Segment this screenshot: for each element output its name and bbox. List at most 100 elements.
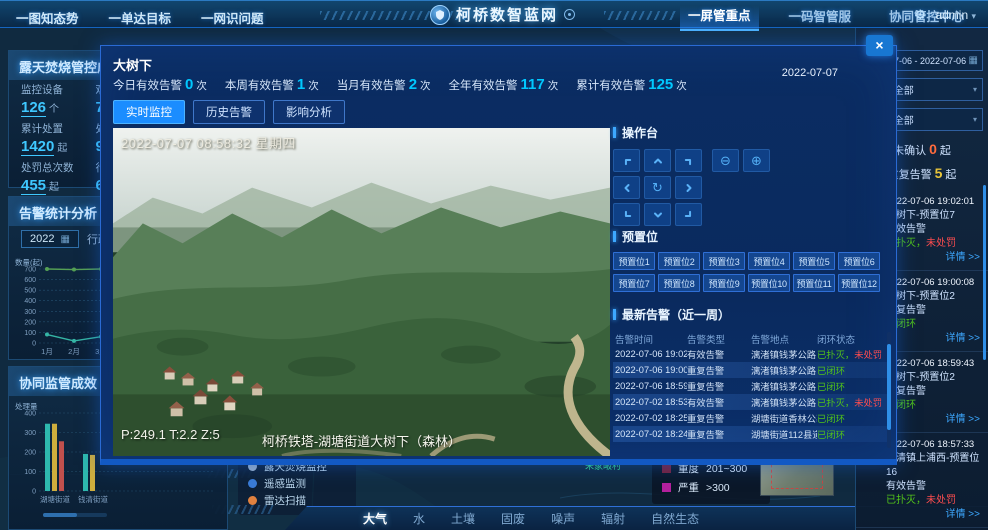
svg-text:400: 400 [24, 411, 36, 418]
preset-button[interactable]: 预置位7 [613, 274, 655, 292]
svg-text:300: 300 [24, 430, 36, 437]
table-row[interactable]: 2022-07-06 19:02:01 有效告警 漓渚镇钱茅公路 已扑灭，未处罚 [613, 346, 887, 362]
nav-item[interactable]: 一网识问题 [201, 8, 264, 27]
bottom-tab[interactable]: 辐射 [601, 510, 625, 527]
bottom-tab[interactable]: 噪声 [551, 510, 575, 527]
table-row[interactable]: 2022-07-06 19:00:08 重复告警 漓渚镇钱茅公路 已闭环 [613, 362, 887, 378]
ptz-reset-icon[interactable]: ↻ [644, 176, 671, 199]
gear-icon[interactable]: ⚙ [914, 7, 926, 23]
svg-text:2月: 2月 [68, 347, 80, 356]
type-select[interactable]: 全部▾ [888, 78, 983, 101]
preset-button[interactable]: 预置位11 [793, 274, 835, 292]
preset-button[interactable]: 预置位12 [838, 274, 880, 292]
preset-button[interactable]: 预置位10 [748, 274, 790, 292]
app-title: 柯桥数智蓝网 [456, 4, 558, 25]
bottom-tab[interactable]: 自然生态 [651, 510, 699, 527]
table-row[interactable]: 2022-07-02 18:25:23 重复告警 湖塘街道香林公墓 已闭环 [613, 410, 887, 426]
preset-button[interactable]: 预置位2 [658, 252, 700, 270]
nav-left: 一图知态势 一单达目标 一网识问题 [16, 8, 264, 27]
svg-text:300: 300 [24, 309, 36, 316]
svg-text:600: 600 [24, 277, 36, 284]
preset-positions: 预置位 预置位1预置位2预置位3预置位4预置位5预置位6 预置位7预置位8预置位9… [613, 228, 887, 292]
modal-right-panel: 操作台 ⊖ ⊕ ↻ [613, 124, 887, 456]
video-scene [113, 128, 610, 456]
zoom-out-icon[interactable]: ⊖ [712, 149, 739, 172]
map-layer-item[interactable]: 遥感监测 [248, 475, 346, 492]
nav-item[interactable]: 一单达目标 [109, 8, 172, 27]
svg-text:700: 700 [24, 267, 36, 274]
legend-row: 严重 >300 [662, 478, 760, 497]
ptz-left-button[interactable] [613, 176, 640, 199]
ptz-down-left-button[interactable] [613, 203, 640, 226]
bottom-tab[interactable]: 固废 [501, 510, 525, 527]
modal-stat: 全年有效告警117次 [449, 76, 559, 93]
table-row[interactable]: 2022-07-02 18:24:54 重复告警 湖塘街道112县道 已闭环 [613, 426, 887, 442]
ptz-up-right-button[interactable] [675, 149, 702, 172]
type-select[interactable]: 全部▾ [888, 108, 983, 131]
modal-tab[interactable]: 实时监控 [113, 100, 185, 124]
logo-sub-badge-icon [564, 9, 575, 20]
username: admin [935, 8, 968, 22]
ptz-down-right-button[interactable] [675, 203, 702, 226]
preset-button[interactable]: 预置位6 [838, 252, 880, 270]
user-menu[interactable]: admin ▾ [935, 8, 976, 22]
detail-link[interactable]: 详情 >> [886, 251, 980, 265]
app-root: 一图知态势一单达目标一网识问题 柯桥数智蓝网 一屏管重点一码智管服协同管控中心 … [0, 0, 988, 530]
layer-icon [248, 496, 257, 505]
svg-text:400: 400 [24, 298, 36, 305]
nav-right: 一屏管重点一码智管服协同管控中心 [680, 1, 972, 29]
detail-link[interactable]: 详情 >> [886, 413, 980, 427]
column-header: 告警类型 [687, 332, 751, 346]
svg-text:1月: 1月 [41, 347, 53, 356]
camera-video-frame[interactable]: 2022-07-07 08:58:32 星期四 P:249.1 T:2.2 Z:… [113, 128, 610, 456]
svg-text:100: 100 [24, 330, 36, 337]
svg-text:钱清街道: 钱清街道 [78, 494, 108, 504]
preset-button[interactable]: 预置位4 [748, 252, 790, 270]
calendar-icon: ▦ [60, 234, 69, 245]
detail-link[interactable]: 详情 >> [886, 332, 980, 346]
table-scrollbar[interactable] [887, 332, 891, 448]
svg-text:500: 500 [24, 288, 36, 295]
ptz-up-button[interactable] [644, 149, 671, 172]
video-camera-name: 柯桥铁塔-湖塘街道大树下（森林） [113, 431, 610, 450]
close-icon[interactable]: × [866, 35, 893, 56]
preset-button[interactable]: 预置位8 [658, 274, 700, 292]
column-header: 告警时间 [615, 332, 687, 346]
preset-button[interactable]: 预置位1 [613, 252, 655, 270]
table-row[interactable]: 2022-07-06 18:59:43 重复告警 漓渚镇钱茅公路 已闭环 [613, 378, 887, 394]
zoom-in-icon[interactable]: ⊕ [743, 149, 770, 172]
modal-stat: 当月有效告警2次 [337, 76, 431, 93]
ptz-right-button[interactable] [675, 176, 702, 199]
calendar-icon: ▦ [969, 55, 978, 66]
modal-tabs: 实时监控历史告警影响分析 [113, 100, 345, 124]
bottom-tab[interactable]: 水 [413, 510, 425, 527]
ptz-console: 操作台 ⊖ ⊕ ↻ [613, 124, 770, 230]
modal-tab[interactable]: 历史告警 [193, 100, 265, 124]
detail-link[interactable]: 详情 >> [886, 508, 980, 522]
nav-item[interactable]: 一图知态势 [16, 8, 79, 27]
column-header: 告警地点 [751, 332, 817, 346]
camera-modal: × 大树下 2022-07-07 今日有效告警0次 本周有效告警1次 当月有效告… [100, 45, 897, 465]
top-navbar: 一图知态势一单达目标一网识问题 柯桥数智蓝网 一屏管重点一码智管服协同管控中心 … [0, 0, 988, 28]
column-header: 闭环状态 [817, 332, 887, 346]
modal-stat: 本周有效告警1次 [225, 76, 319, 93]
bottom-tab[interactable]: 土壤 [451, 510, 475, 527]
sidebar-scrollbar[interactable] [983, 185, 986, 360]
stats-column-left: 监控设备 126个 累计处置 1420起 处罚总次数 455起 [21, 82, 74, 199]
bottom-tab[interactable]: 大气 [363, 510, 387, 527]
preset-button[interactable]: 预置位3 [703, 252, 745, 270]
chart-horizontal-scrollbar[interactable] [43, 513, 107, 517]
ptz-down-button[interactable] [644, 203, 671, 226]
year-picker[interactable]: 2022 ▦ [21, 230, 79, 248]
nav-item[interactable]: 一屏管重点 [680, 0, 759, 31]
modal-tab[interactable]: 影响分析 [273, 100, 345, 124]
ptz-up-left-button[interactable] [613, 149, 640, 172]
logo-badge-icon [430, 5, 450, 25]
nav-item[interactable]: 一码智管服 [781, 1, 860, 30]
stat-item: 累计处置 1420起 [21, 121, 74, 156]
app-logo: 柯桥数智蓝网 [430, 4, 575, 25]
preset-button[interactable]: 预置位9 [703, 274, 745, 292]
section-header-presets: 预置位 [613, 228, 887, 245]
preset-button[interactable]: 预置位5 [793, 252, 835, 270]
table-row[interactable]: 2022-07-02 18:53:30 有效告警 漓渚镇钱茅公路 已扑灭，未处罚 [613, 394, 887, 410]
